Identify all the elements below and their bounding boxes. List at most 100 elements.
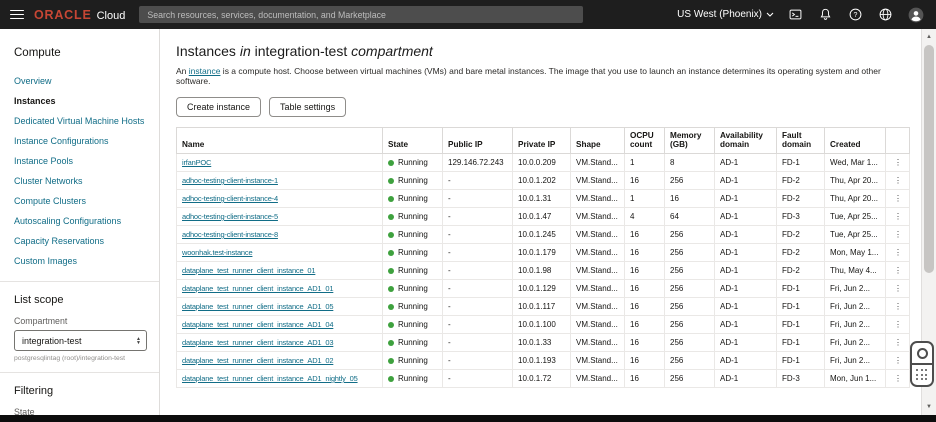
oracle-cloud-logo[interactable]: ORACLE Cloud xyxy=(34,8,125,22)
notifications-icon[interactable] xyxy=(817,6,834,23)
shape-cell: VM.Stand... xyxy=(570,189,625,208)
state-cell: Running xyxy=(382,153,443,172)
cloud-shell-icon[interactable] xyxy=(787,6,804,23)
sidebar-item-instances[interactable]: Instances xyxy=(0,91,159,111)
instance-name-link[interactable]: adhoc-testing-client-instance-5 xyxy=(182,212,278,221)
shape-cell: VM.Stand... xyxy=(570,153,625,172)
instance-name-link[interactable]: woonhak.test-instance xyxy=(182,248,253,257)
table-row: adhoc-testing-client-instance-5 Running -1… xyxy=(176,207,910,226)
private-ip-cell: 10.0.1.245 xyxy=(512,225,571,244)
table-header-row: Name State Public IP Private IP Shape OCPU co… xyxy=(176,127,910,154)
row-actions-button[interactable]: ⋮ xyxy=(885,207,910,226)
fault-domain-cell: FD-3 xyxy=(776,207,825,226)
sidebar-item-capacity-reservations[interactable]: Capacity Reservations xyxy=(0,231,159,251)
row-actions-button[interactable]: ⋮ xyxy=(885,225,910,244)
column-name: Name xyxy=(176,127,383,154)
state-filter-label: State xyxy=(14,407,35,415)
instance-name-link[interactable]: adhoc-testing-client-instance-1 xyxy=(182,176,278,185)
compartment-select[interactable]: integration-test ▲ ▼ xyxy=(14,330,147,351)
ocpu-count-cell: 16 xyxy=(624,171,665,190)
row-actions-button[interactable]: ⋮ xyxy=(885,261,910,280)
select-caret-icon: ▲ ▼ xyxy=(136,335,141,346)
name-cell: dataplane_test_runner_client_instance_AD… xyxy=(176,279,383,298)
shape-cell: VM.Stand... xyxy=(570,351,625,370)
sidebar-item-overview[interactable]: Overview xyxy=(0,71,159,91)
running-status-icon xyxy=(388,249,394,256)
hamburger-menu-icon[interactable] xyxy=(10,9,24,20)
language-icon[interactable] xyxy=(877,6,894,23)
ocpu-count-cell: 16 xyxy=(624,279,665,298)
instance-name-link[interactable]: adhoc-testing-client-instance-4 xyxy=(182,194,278,203)
private-ip-cell: 10.0.1.31 xyxy=(512,189,571,208)
sidebar: Compute Overview Instances Dedicated Virtu… xyxy=(0,29,160,415)
column-created: Created xyxy=(824,127,886,154)
target-icon[interactable] xyxy=(912,343,932,363)
public-ip-cell: - xyxy=(442,297,513,316)
row-actions-button[interactable]: ⋮ xyxy=(885,297,910,316)
state-cell: Running xyxy=(382,369,443,388)
sidebar-item-compute-clusters[interactable]: Compute Clusters xyxy=(0,191,159,211)
compartment-value: integration-test xyxy=(22,335,82,346)
created-cell: Thu, Apr 20... xyxy=(824,189,886,208)
table-row: irfanPOC Running 129.146.72.243 10.0.0.209 V… xyxy=(176,153,910,172)
search-input[interactable] xyxy=(139,6,584,23)
instance-name-link[interactable]: dataplane_test_runner_client_instance_01 xyxy=(182,266,316,275)
row-actions-button[interactable]: ⋮ xyxy=(885,243,910,262)
fault-domain-cell: FD-1 xyxy=(776,279,825,298)
row-actions-button[interactable]: ⋮ xyxy=(885,153,910,172)
sidebar-item-custom-images[interactable]: Custom Images xyxy=(0,251,159,271)
profile-icon[interactable] xyxy=(907,6,924,23)
sidebar-item-instance-configurations[interactable]: Instance Configurations xyxy=(0,131,159,151)
row-actions-button[interactable]: ⋮ xyxy=(885,333,910,352)
memory-cell: 256 xyxy=(664,369,715,388)
region-selector[interactable]: US West (Phoenix) xyxy=(677,9,774,20)
instance-name-link[interactable]: dataplane_test_runner_client_instance_AD… xyxy=(182,356,334,365)
row-actions-button[interactable]: ⋮ xyxy=(885,171,910,190)
overlay-capture-widget[interactable] xyxy=(910,341,934,387)
availability-domain-cell: AD-1 xyxy=(714,243,777,262)
public-ip-cell: - xyxy=(442,315,513,334)
scrollbar-thumb[interactable] xyxy=(924,45,934,273)
sidebar-item-cluster-networks[interactable]: Cluster Networks xyxy=(0,171,159,191)
scroll-down-arrow-icon[interactable]: ▼ xyxy=(922,401,936,413)
sidebar-item-dedicated-virtual-machine-hosts[interactable]: Dedicated Virtual Machine Hosts xyxy=(0,111,159,131)
column-state: State xyxy=(382,127,443,154)
created-cell: Fri, Jun 2... xyxy=(824,297,886,316)
running-status-icon xyxy=(388,321,394,328)
row-actions-button[interactable]: ⋮ xyxy=(885,315,910,334)
memory-cell: 256 xyxy=(664,297,715,316)
shape-cell: VM.Stand... xyxy=(570,315,625,334)
oracle-wordmark: ORACLE xyxy=(34,7,92,22)
running-status-icon xyxy=(388,285,394,292)
name-cell: dataplane_test_runner_client_instance_AD… xyxy=(176,315,383,334)
name-cell: woonhak.test-instance xyxy=(176,243,383,262)
instance-doc-link[interactable]: instance xyxy=(189,66,221,76)
create-instance-button[interactable]: Create instance xyxy=(176,97,262,117)
shape-cell: VM.Stand... xyxy=(570,207,625,226)
divider xyxy=(0,281,159,282)
state-cell: Running xyxy=(382,279,443,298)
public-ip-cell: 129.146.72.243 xyxy=(442,153,513,172)
instance-name-link[interactable]: dataplane_test_runner_client_instance_AD… xyxy=(182,338,334,347)
grid-handle-icon[interactable] xyxy=(912,363,932,385)
instance-name-link[interactable]: dataplane_test_runner_client_instance_AD… xyxy=(182,302,334,311)
row-actions-button[interactable]: ⋮ xyxy=(885,189,910,208)
created-cell: Fri, Jun 2... xyxy=(824,279,886,298)
instance-name-link[interactable]: dataplane_test_runner_client_instance_AD… xyxy=(182,284,334,293)
table-settings-button[interactable]: Table settings xyxy=(269,97,347,117)
instance-name-link[interactable]: irfanPOC xyxy=(182,158,211,167)
instance-name-link[interactable]: dataplane_test_runner_client_instance_AD… xyxy=(182,374,358,383)
created-cell: Tue, Apr 25... xyxy=(824,207,886,226)
row-actions-button[interactable]: ⋮ xyxy=(885,351,910,370)
row-actions-button[interactable]: ⋮ xyxy=(885,279,910,298)
scroll-up-arrow-icon[interactable]: ▲ xyxy=(922,31,936,43)
help-icon[interactable]: ? xyxy=(847,6,864,23)
instance-name-link[interactable]: dataplane_test_runner_client_instance_AD… xyxy=(182,320,334,329)
instance-name-link[interactable]: adhoc-testing-client-instance-8 xyxy=(182,230,278,239)
sidebar-item-instance-pools[interactable]: Instance Pools xyxy=(0,151,159,171)
row-actions-button[interactable]: ⋮ xyxy=(885,369,910,388)
sidebar-item-autoscaling-configurations[interactable]: Autoscaling Configurations xyxy=(0,211,159,231)
state-cell: Running xyxy=(382,333,443,352)
topbar: ORACLE Cloud US West (Phoenix) xyxy=(0,0,936,29)
ocpu-count-cell: 16 xyxy=(624,351,665,370)
